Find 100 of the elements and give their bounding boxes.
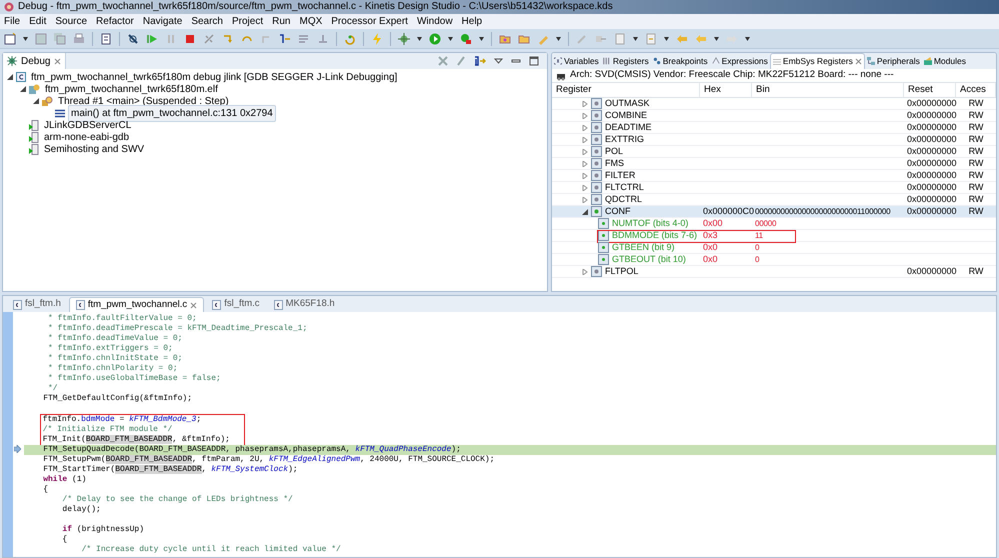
dropdown-caret-icon[interactable]: [556, 36, 561, 40]
minimize-icon[interactable]: [511, 57, 521, 65]
step-into-icon[interactable]: [222, 32, 234, 44]
collapse-arrow-icon[interactable]: [33, 98, 39, 104]
open-folder-icon[interactable]: [499, 32, 511, 44]
expand-arrow-icon[interactable]: [582, 160, 588, 166]
view-tab[interactable]: Breakpoints: [650, 53, 710, 69]
maximize-icon[interactable]: [529, 56, 539, 66]
menu-item[interactable]: Help: [462, 14, 482, 29]
register-row[interactable]: CONF 0x000000C000000000000000000000000011000000 0x00000000 RW: [552, 206, 996, 218]
menu-item[interactable]: Run: [272, 14, 290, 29]
resume-icon[interactable]: [146, 32, 158, 44]
menu-item[interactable]: Project: [232, 14, 264, 29]
tree-item[interactable]: arm-none-eabi-gdb: [42, 130, 132, 144]
access-value: RW: [968, 192, 984, 206]
register-row[interactable]: FMS 0x00000000 RW: [552, 158, 996, 170]
collapse-arrow-icon[interactable]: [582, 208, 588, 214]
file-icon: [13, 300, 22, 310]
collapse-arrow-icon[interactable]: [20, 86, 26, 92]
column-header[interactable]: Hex: [700, 83, 752, 97]
column-header[interactable]: Bin: [752, 83, 904, 97]
dropdown-caret-icon[interactable]: [633, 36, 638, 40]
debug-icon[interactable]: [398, 32, 410, 44]
dropdown-caret-icon[interactable]: [714, 36, 719, 40]
close-icon[interactable]: [54, 58, 62, 64]
access-value: RW: [968, 204, 984, 218]
instruction-step-icon[interactable]: [279, 32, 291, 44]
editor-tab[interactable]: ftm_pwm_twochannel.c: [68, 297, 204, 312]
register-row[interactable]: OUTMASK 0x00000000 RW: [552, 98, 996, 110]
dropdown-caret-icon[interactable]: [23, 36, 28, 40]
register-row[interactable]: FLTPOL 0x00000000 RW: [552, 266, 996, 278]
save-all-icon[interactable]: [54, 32, 66, 44]
expand-arrow-icon[interactable]: [582, 196, 588, 202]
collapse-arrow-icon[interactable]: [7, 74, 13, 80]
close-icon[interactable]: [190, 302, 198, 308]
view-tab[interactable]: EmbSys Registers: [770, 53, 865, 69]
dropdown-caret-icon[interactable]: [664, 36, 669, 40]
menu-item[interactable]: Source: [55, 14, 88, 29]
expand-arrow-icon[interactable]: [582, 148, 588, 154]
new-icon[interactable]: [4, 32, 16, 44]
register-row[interactable]: EXTTRIG 0x00000000 RW: [552, 134, 996, 146]
menu-item[interactable]: Edit: [29, 14, 46, 29]
register-row[interactable]: POL 0x00000000 RW: [552, 146, 996, 158]
expand-arrow-icon[interactable]: [582, 184, 588, 190]
tree-item[interactable]: ftm_pwm_twochannel_twrk65f180m debug jlink [GDB SEGGER J-Link Debugging]: [29, 70, 400, 84]
menu-item[interactable]: Navigate: [142, 14, 182, 29]
dropdown-caret-icon[interactable]: [448, 36, 453, 40]
register-row[interactable]: COMBINE 0x00000000 RW: [552, 110, 996, 122]
menu-item[interactable]: Search: [191, 14, 223, 29]
disconnect-icon[interactable]: [438, 56, 448, 66]
dropdown-caret-icon[interactable]: [479, 36, 484, 40]
save-icon[interactable]: [35, 32, 47, 44]
editor-tab[interactable]: fsl_ftm.c: [206, 297, 266, 312]
expand-arrow-icon[interactable]: [582, 124, 588, 130]
expand-arrow-icon[interactable]: [582, 112, 588, 118]
disconnect-icon[interactable]: [203, 32, 215, 44]
view-menu-icon[interactable]: [494, 57, 503, 65]
run-icon[interactable]: [429, 32, 441, 44]
external-tools-icon[interactable]: [460, 32, 472, 44]
reset-value: 0x00000000: [907, 132, 957, 146]
menu-item[interactable]: Processor Expert: [331, 14, 408, 29]
column-header[interactable]: Register: [552, 83, 700, 97]
restart-icon[interactable]: [344, 32, 356, 44]
register-row[interactable]: DEADTIME 0x00000000 RW: [552, 122, 996, 134]
column-header[interactable]: Acces: [956, 83, 996, 97]
expand-arrow-icon[interactable]: [582, 268, 588, 274]
print-icon[interactable]: [73, 32, 85, 44]
menu-item[interactable]: Window: [416, 14, 453, 29]
folder-icon[interactable]: [518, 32, 530, 44]
menu-item[interactable]: MQX: [299, 14, 322, 29]
tree-item[interactable]: ftm_pwm_twochannel_twrk65f180m.elf: [43, 82, 220, 96]
editor-tab[interactable]: fsl_ftm.h: [7, 297, 67, 312]
tree-item[interactable]: main() at ftm_pwm_twochannel.c:131 0x2794: [68, 104, 276, 122]
register-row[interactable]: FILTER 0x00000000 RW: [552, 170, 996, 182]
view-tab[interactable]: Registers: [600, 53, 651, 69]
editor-tab[interactable]: MK65F18.h: [268, 297, 341, 312]
tree-item[interactable]: Semihosting and SWV: [42, 142, 146, 156]
expand-arrow-icon[interactable]: [582, 172, 588, 178]
menu-item[interactable]: Refactor: [96, 14, 134, 29]
stop-icon[interactable]: [184, 32, 196, 44]
register-icon: [591, 110, 602, 121]
view-tab[interactable]: Peripherals: [864, 53, 922, 69]
process-icon: [29, 84, 40, 94]
menu-item[interactable]: File: [4, 14, 20, 29]
instruction-step-icon[interactable]: [474, 56, 486, 66]
view-tab[interactable]: Variables: [552, 53, 601, 69]
expand-arrow-icon[interactable]: [582, 136, 588, 142]
view-tab[interactable]: Modules: [922, 53, 968, 69]
list-icon[interactable]: [298, 32, 310, 44]
close-icon[interactable]: [854, 58, 862, 65]
debug-tab[interactable]: Debug: [3, 53, 66, 69]
bin-value: 00000000000000000000000011000000: [755, 206, 890, 218]
register-row[interactable]: FLTCTRL 0x00000000 RW: [552, 182, 996, 194]
memory-icon[interactable]: [100, 32, 112, 44]
skip-breakpoints-icon[interactable]: [127, 32, 139, 44]
dropdown-caret-icon[interactable]: [417, 36, 422, 40]
dropdown-caret-icon[interactable]: [745, 36, 750, 40]
view-tab[interactable]: Expressions: [710, 53, 770, 69]
column-header[interactable]: Reset: [904, 83, 956, 97]
expand-arrow-icon[interactable]: [582, 100, 588, 106]
